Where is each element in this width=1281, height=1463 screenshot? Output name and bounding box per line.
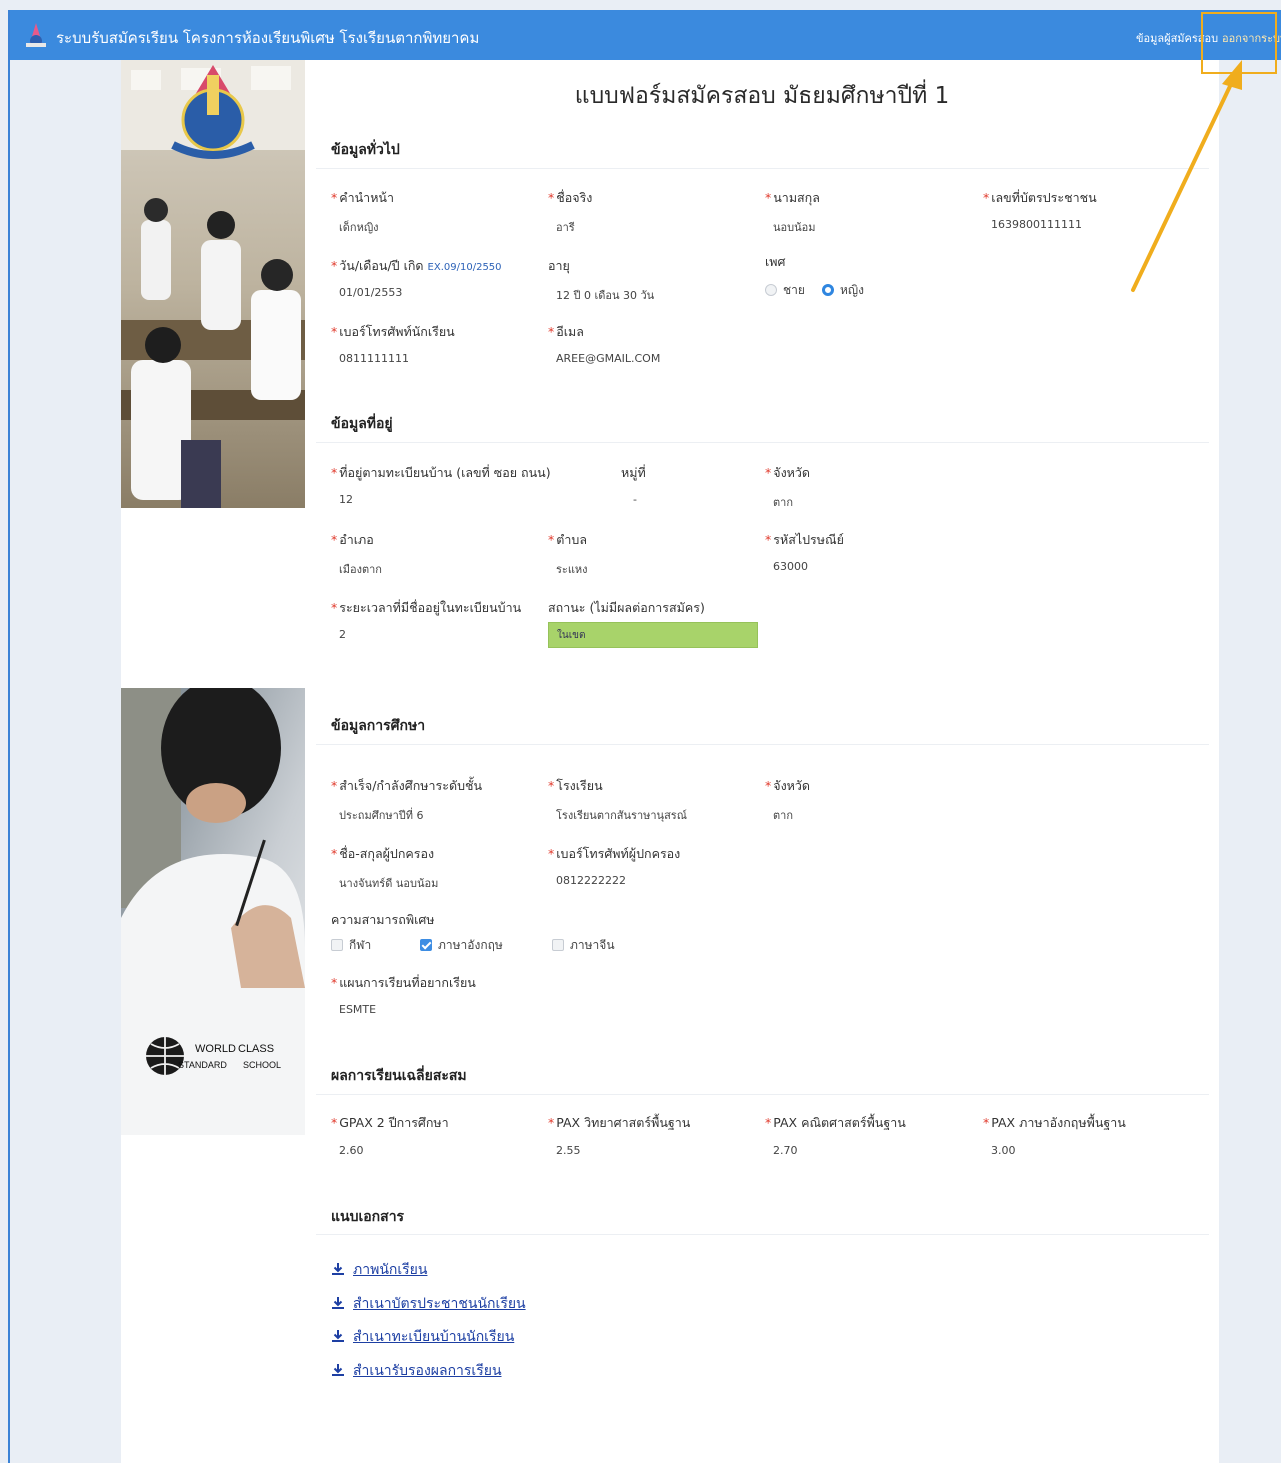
radio-icon: [765, 284, 777, 296]
plan-value: ESMTE: [339, 1003, 377, 1016]
moo-value: -: [633, 493, 637, 506]
gender-male-radio[interactable]: ชาย: [765, 281, 805, 300]
firstname-label: * ชื่อจริง: [548, 190, 593, 205]
section-documents-title: แนบเอกสาร: [331, 1209, 405, 1225]
pax-science-label: * PAX วิทยาศาสตร์พื้นฐาน: [548, 1115, 691, 1130]
prefix-label: * คำนำหน้า: [331, 190, 394, 205]
download-icon: [332, 1364, 344, 1376]
download-student-photo-link[interactable]: ภาพนักเรียน: [331, 1259, 427, 1281]
section-divider: [316, 442, 1209, 443]
pax-science-value: 2.55: [556, 1144, 581, 1157]
moo-label: หมู่ที่: [621, 465, 646, 480]
firstname-value: อารี: [556, 221, 575, 234]
section-divider: [316, 744, 1209, 745]
radio-selected-icon: [822, 284, 834, 296]
download-transcript-link[interactable]: สำเนารับรองผลการเรียน: [331, 1360, 502, 1382]
plan-label: * แผนการเรียนที่อยากเรียน: [331, 975, 476, 990]
download-house-registration-link[interactable]: สำเนาทะเบียนบ้านนักเรียน: [331, 1326, 514, 1348]
school-value: โรงเรียนตากสันราษานุสรณ์: [556, 809, 687, 822]
guardian-label: * ชื่อ-สกุลผู้ปกครอง: [331, 846, 435, 861]
guardian-value: นางจันทร์ดี นอบน้อม: [339, 877, 439, 890]
lastname-value: นอบน้อม: [773, 221, 816, 234]
section-divider: [316, 1094, 1209, 1095]
gender-female-radio[interactable]: หญิง: [822, 281, 864, 300]
window-left-border: [8, 10, 10, 1463]
talent-chinese-checkbox[interactable]: ภาษาจีน: [552, 936, 615, 955]
talent-label: ความสามารถพิเศษ: [331, 912, 435, 927]
dob-value: 01/01/2553: [339, 286, 403, 299]
dob-label: * วัน/เดือน/ปี เกิด EX.09/10/2550: [331, 258, 502, 273]
subdistrict-label: * ตำบล: [548, 532, 587, 547]
world-class-logo: WORLD CLASS STANDARD SCHOOL: [143, 1034, 293, 1078]
district-label: * อำเภอ: [331, 532, 374, 547]
edu-province-value: ตาก: [773, 809, 793, 822]
section-grades-title: ผลการเรียนเฉลี่ยสะสม: [331, 1068, 467, 1084]
email-value: AREE@GMAIL.COM: [556, 352, 661, 365]
talent-sport-checkbox[interactable]: กีฬา: [331, 936, 371, 955]
edu-level-label: * สำเร็จ/กำลังศึกษาระดับชั้น: [331, 778, 483, 793]
section-education-title: ข้อมูลการศึกษา: [331, 718, 426, 734]
download-icon: [332, 1263, 344, 1275]
section-general-title: ข้อมูลทั่วไป: [331, 142, 400, 158]
subdistrict-value: ระแหง: [556, 563, 588, 576]
checkbox-checked-icon: [420, 939, 432, 951]
logo-text-class: CLASS: [238, 1043, 274, 1055]
postal-label: * รหัสไปรษณีย์: [765, 532, 844, 547]
logo-text-school: SCHOOL: [243, 1060, 281, 1070]
house-label: * ที่อยู่ตามทะเบียนบ้าน (เลขที่ ซอย ถนน): [331, 465, 551, 480]
school-logo-icon: [26, 23, 46, 47]
download-icon: [332, 1330, 344, 1342]
gpax-label: * GPAX 2 ปีการศึกษา: [331, 1115, 449, 1130]
district-value: เมืองตาก: [339, 563, 382, 576]
phone-label: * เบอร์โทรศัพท์นักเรียน: [331, 324, 455, 339]
idcard-label: * เลขที่บัตรประชาชน: [983, 190, 1097, 205]
checkbox-icon: [331, 939, 343, 951]
section-divider: [316, 168, 1209, 169]
edu-province-label: * จังหวัด: [765, 778, 811, 793]
idcard-value: 1639800111111: [991, 218, 1082, 231]
age-value: 12 ปี 0 เดือน 30 วัน: [556, 289, 655, 302]
age-label: อายุ: [548, 258, 570, 273]
province-value: ตาก: [773, 496, 793, 509]
logo-text-standard: STANDARD: [178, 1060, 227, 1070]
pax-math-label: * PAX คณิตศาสตร์พื้นฐาน: [765, 1115, 906, 1130]
pax-english-label: * PAX ภาษาอังกฤษพื้นฐาน: [983, 1115, 1126, 1130]
logo-text-world: WORLD: [195, 1043, 236, 1055]
lastname-label: * นามสกุล: [765, 190, 820, 205]
status-badge: ในเขต: [548, 622, 758, 648]
section-address-title: ข้อมูลที่อยู่: [331, 416, 393, 432]
download-id-card-link[interactable]: สำเนาบัตรประชาชนนักเรียน: [331, 1293, 526, 1315]
highlight-box: [1201, 12, 1277, 74]
pax-english-value: 3.00: [991, 1144, 1016, 1157]
postal-value: 63000: [773, 560, 808, 573]
section-divider: [316, 1234, 1209, 1235]
guardian-phone-value: 0812222222: [556, 874, 626, 887]
download-icon: [332, 1297, 344, 1309]
province-label: * จังหวัด: [765, 465, 811, 480]
app-title[interactable]: ระบบรับสมัครเรียน โครงการห้องเรียนพิเศษ …: [56, 26, 479, 50]
email-label: * อีเมล: [548, 324, 584, 339]
prefix-value: เด็กหญิง: [339, 221, 379, 234]
top-navbar: ระบบรับสมัครเรียน โครงการห้องเรียนพิเศษ …: [10, 10, 1281, 60]
checkbox-icon: [552, 939, 564, 951]
pax-math-value: 2.70: [773, 1144, 798, 1157]
gpax-value: 2.60: [339, 1144, 364, 1157]
talent-english-checkbox[interactable]: ภาษาอังกฤษ: [420, 936, 503, 955]
edu-level-value: ประถมศึกษาปีที่ 6: [339, 809, 424, 822]
status-label: สถานะ (ไม่มีผลต่อการสมัคร): [548, 600, 705, 615]
phone-value: 0811111111: [339, 352, 409, 365]
guardian-phone-label: * เบอร์โทรศัพท์ผู้ปกครอง: [548, 846, 681, 861]
student-photo: WORLD CLASS STANDARD SCHOOL: [121, 688, 305, 1135]
house-value: 12: [339, 493, 353, 506]
gender-label: เพศ: [765, 254, 786, 269]
duration-label: * ระยะเวลาที่มีชื่ออยู่ในทะเบียนบ้าน: [331, 600, 522, 615]
form-title: แบบฟอร์มสมัครสอบ มัธยมศึกษาปีที่ 1: [574, 83, 950, 109]
duration-value: 2: [339, 628, 346, 641]
classroom-photo: [121, 60, 305, 508]
school-label: * โรงเรียน: [548, 778, 603, 793]
